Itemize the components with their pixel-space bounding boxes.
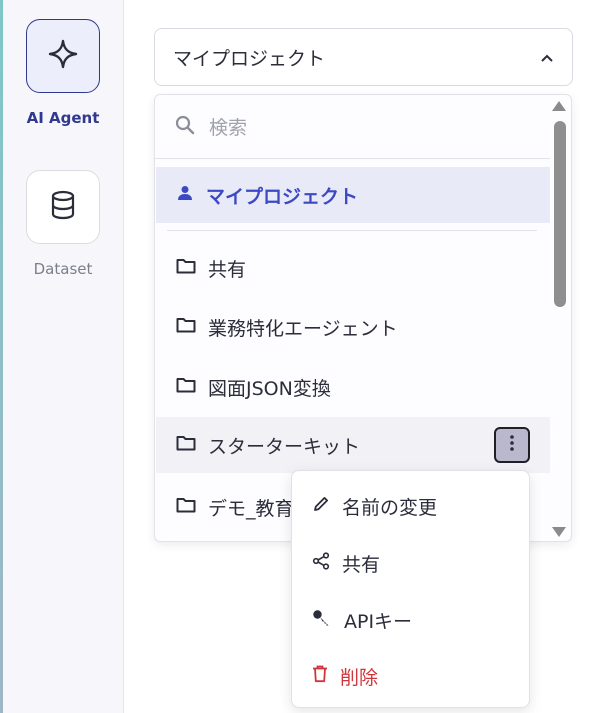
- project-item-label: マイプロジェクト: [206, 185, 359, 208]
- pencil-icon: [312, 495, 330, 518]
- folder-item-business-agent[interactable]: 業務特化エージェント: [156, 299, 550, 355]
- more-options-button[interactable]: [494, 427, 530, 463]
- scrollbar-thumb[interactable]: [554, 121, 566, 307]
- key-icon: [312, 609, 332, 632]
- folder-item-drawing-json[interactable]: 図面JSON変換: [156, 359, 550, 415]
- chevron-up-icon: [540, 46, 554, 68]
- folder-item-label: デモ_教育: [208, 497, 294, 520]
- more-vertical-icon: [509, 434, 515, 456]
- sidebar-item-ai-agent-label: AI Agent: [26, 109, 100, 127]
- sidebar-item-dataset[interactable]: [26, 170, 100, 244]
- sparkle-icon: [47, 38, 79, 74]
- project-select[interactable]: マイプロジェクト: [154, 28, 573, 86]
- folder-icon: [176, 434, 196, 456]
- menu-item-api-key[interactable]: APIキー: [292, 595, 529, 645]
- search-placeholder: 検索: [209, 117, 248, 139]
- sidebar-item-ai-agent[interactable]: [26, 19, 100, 93]
- menu-item-share[interactable]: 共有: [292, 538, 529, 588]
- folder-item-starter-kit[interactable]: スターターキット: [156, 417, 550, 473]
- sidebar: AI Agent Dataset: [3, 0, 124, 713]
- search-icon: [175, 115, 195, 139]
- project-select-value: マイプロジェクト: [173, 47, 326, 70]
- database-icon: [49, 190, 77, 224]
- folder-icon: [176, 376, 196, 398]
- menu-item-delete[interactable]: 削除: [292, 651, 529, 701]
- folder-icon: [176, 257, 196, 279]
- folder-icon: [176, 496, 196, 518]
- dropdown-divider: [167, 230, 537, 231]
- folder-item-label: 業務特化エージェント: [208, 317, 398, 340]
- project-item-my-project[interactable]: マイプロジェクト: [156, 167, 550, 223]
- trash-icon: [312, 665, 328, 688]
- scroll-down-arrow[interactable]: [552, 527, 566, 537]
- person-icon: [176, 184, 194, 207]
- menu-item-label: 名前の変更: [342, 496, 438, 519]
- folder-item-shared[interactable]: 共有: [156, 240, 550, 296]
- scroll-up-arrow[interactable]: [552, 101, 566, 111]
- menu-item-rename[interactable]: 名前の変更: [292, 481, 529, 531]
- menu-item-label: 削除: [340, 666, 379, 689]
- search-field[interactable]: 検索: [155, 95, 550, 159]
- folder-icon: [176, 316, 196, 338]
- menu-item-label: APIキー: [344, 610, 413, 633]
- share-icon: [312, 551, 330, 575]
- menu-item-label: 共有: [342, 553, 381, 576]
- sidebar-item-dataset-label: Dataset: [33, 260, 93, 278]
- folder-item-label: 共有: [208, 258, 247, 281]
- folder-item-label: スターターキット: [208, 435, 361, 458]
- folder-item-label: 図面JSON変換: [208, 377, 331, 400]
- context-menu: 名前の変更 共有 APIキー 削除: [291, 470, 530, 708]
